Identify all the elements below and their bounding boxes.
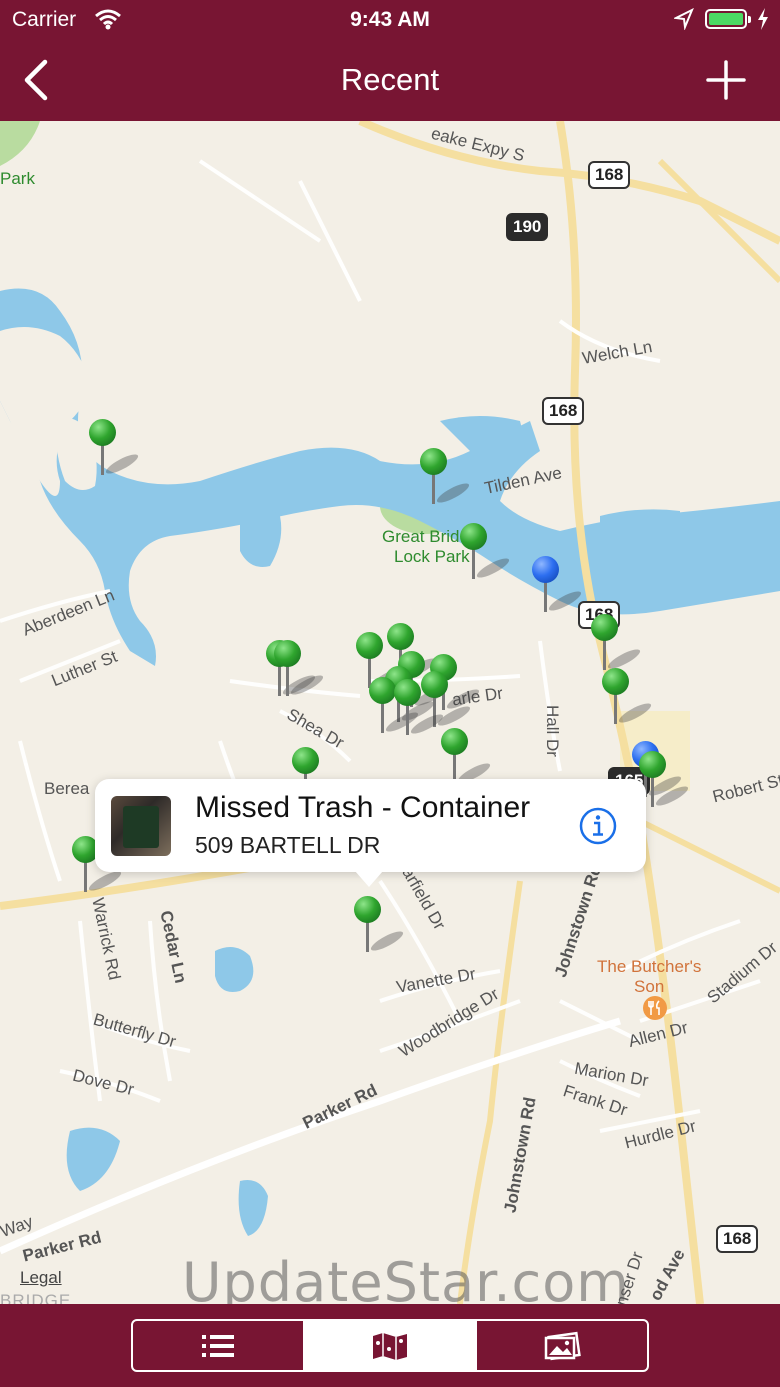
map-pin[interactable] <box>459 523 512 583</box>
poi-label-line: Son <box>634 977 665 996</box>
route-168-shield: 168 <box>588 161 631 189</box>
map-pin[interactable] <box>88 419 141 479</box>
map-view[interactable]: 168 190 168 168 165 168 Park eake Expy S… <box>0 121 780 1304</box>
park-label: Great Brid Lock Park <box>382 527 470 567</box>
view-mode-segmented-control[interactable] <box>131 1319 649 1372</box>
route-168-shield: 168 <box>542 397 585 425</box>
map-pin[interactable] <box>419 448 472 508</box>
route-190-shield: 190 <box>506 213 549 241</box>
watermark: UpdateStar.com <box>182 1251 630 1304</box>
report-thumbnail[interactable] <box>111 796 171 856</box>
map-pin[interactable] <box>273 640 326 700</box>
park-label-line: Lock Park <box>394 547 470 566</box>
area-label: BRIDGE <box>0 1291 72 1304</box>
street-label: Berea <box>44 779 90 798</box>
street-label: Hall Dr <box>542 705 562 757</box>
battery-icon <box>705 9 751 29</box>
status-bar: Carrier 9:43 AM <box>0 0 780 40</box>
legal-link[interactable]: Legal <box>20 1268 62 1288</box>
annotation-callout[interactable]: Missed Trash - Container 509 BARTELL DR <box>95 779 646 887</box>
park-label-line: Great Brid <box>382 527 460 546</box>
clock: 9:43 AM <box>350 8 430 31</box>
charging-icon <box>758 8 768 30</box>
map-pin[interactable] <box>590 614 643 674</box>
navigation-bar: Recent <box>0 40 780 121</box>
street-label: Park <box>0 169 35 188</box>
route-168-shield: 168 <box>716 1225 759 1253</box>
list-icon <box>202 1334 234 1357</box>
info-icon[interactable] <box>579 807 617 845</box>
plus-icon <box>706 60 746 100</box>
map-pin[interactable] <box>353 896 406 956</box>
add-button[interactable] <box>704 58 748 102</box>
callout-address: 509 BARTELL DR <box>195 832 381 858</box>
map-view-segment[interactable] <box>303 1321 475 1370</box>
map-icon <box>373 1332 407 1360</box>
poi-label[interactable]: The Butcher's Son <box>597 957 701 997</box>
map-pin-selected[interactable] <box>531 556 584 616</box>
poi-label-line: The Butcher's <box>597 957 702 976</box>
gallery-view-segment[interactable] <box>475 1321 647 1370</box>
map-pin[interactable] <box>393 679 446 739</box>
bottom-toolbar <box>0 1304 780 1387</box>
restaurant-icon[interactable] <box>642 995 668 1021</box>
page-title: Recent <box>340 62 440 97</box>
photo-gallery-icon <box>544 1331 581 1360</box>
callout-title: Missed Trash - Container <box>195 791 531 824</box>
map-pin[interactable] <box>601 668 654 728</box>
location-arrow-icon <box>674 8 694 30</box>
list-view-segment[interactable] <box>133 1321 303 1370</box>
